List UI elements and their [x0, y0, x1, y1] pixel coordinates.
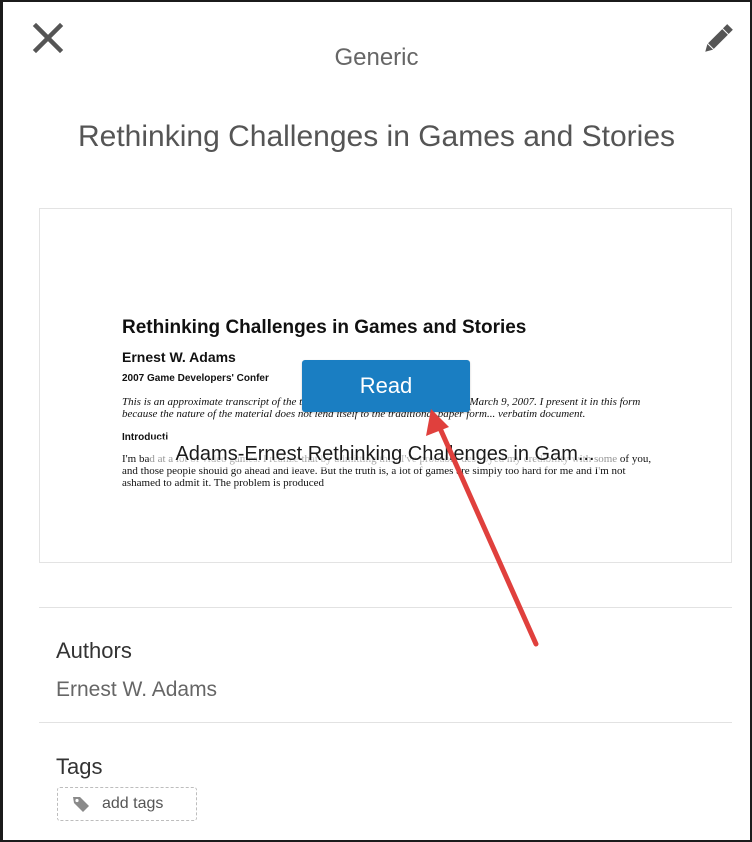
- add-tags-label: add tags: [102, 795, 164, 812]
- document-title: Rethinking Challenges in Games and Stori…: [78, 120, 675, 153]
- authors-label: Authors: [56, 638, 132, 663]
- document-preview[interactable]: Rethinking Challenges in Games and Stori…: [39, 208, 732, 563]
- authors-value: Ernest W. Adams: [56, 678, 218, 701]
- file-name: Adams-Ernest Rethinking Challenges in Ga…: [150, 439, 620, 469]
- divider: [39, 722, 732, 723]
- paper-title: Rethinking Challenges in Games and Stori…: [122, 317, 527, 338]
- add-tags-button[interactable]: add tags: [57, 787, 197, 821]
- divider: [39, 607, 732, 608]
- tag-icon: [72, 795, 90, 813]
- document-details-panel: Generic Rethinking Challenges in Games a…: [0, 0, 752, 842]
- read-button[interactable]: Read: [302, 360, 470, 412]
- category-label: Generic: [334, 44, 419, 71]
- pencil-icon[interactable]: [699, 20, 737, 58]
- tags-label: Tags: [56, 754, 103, 779]
